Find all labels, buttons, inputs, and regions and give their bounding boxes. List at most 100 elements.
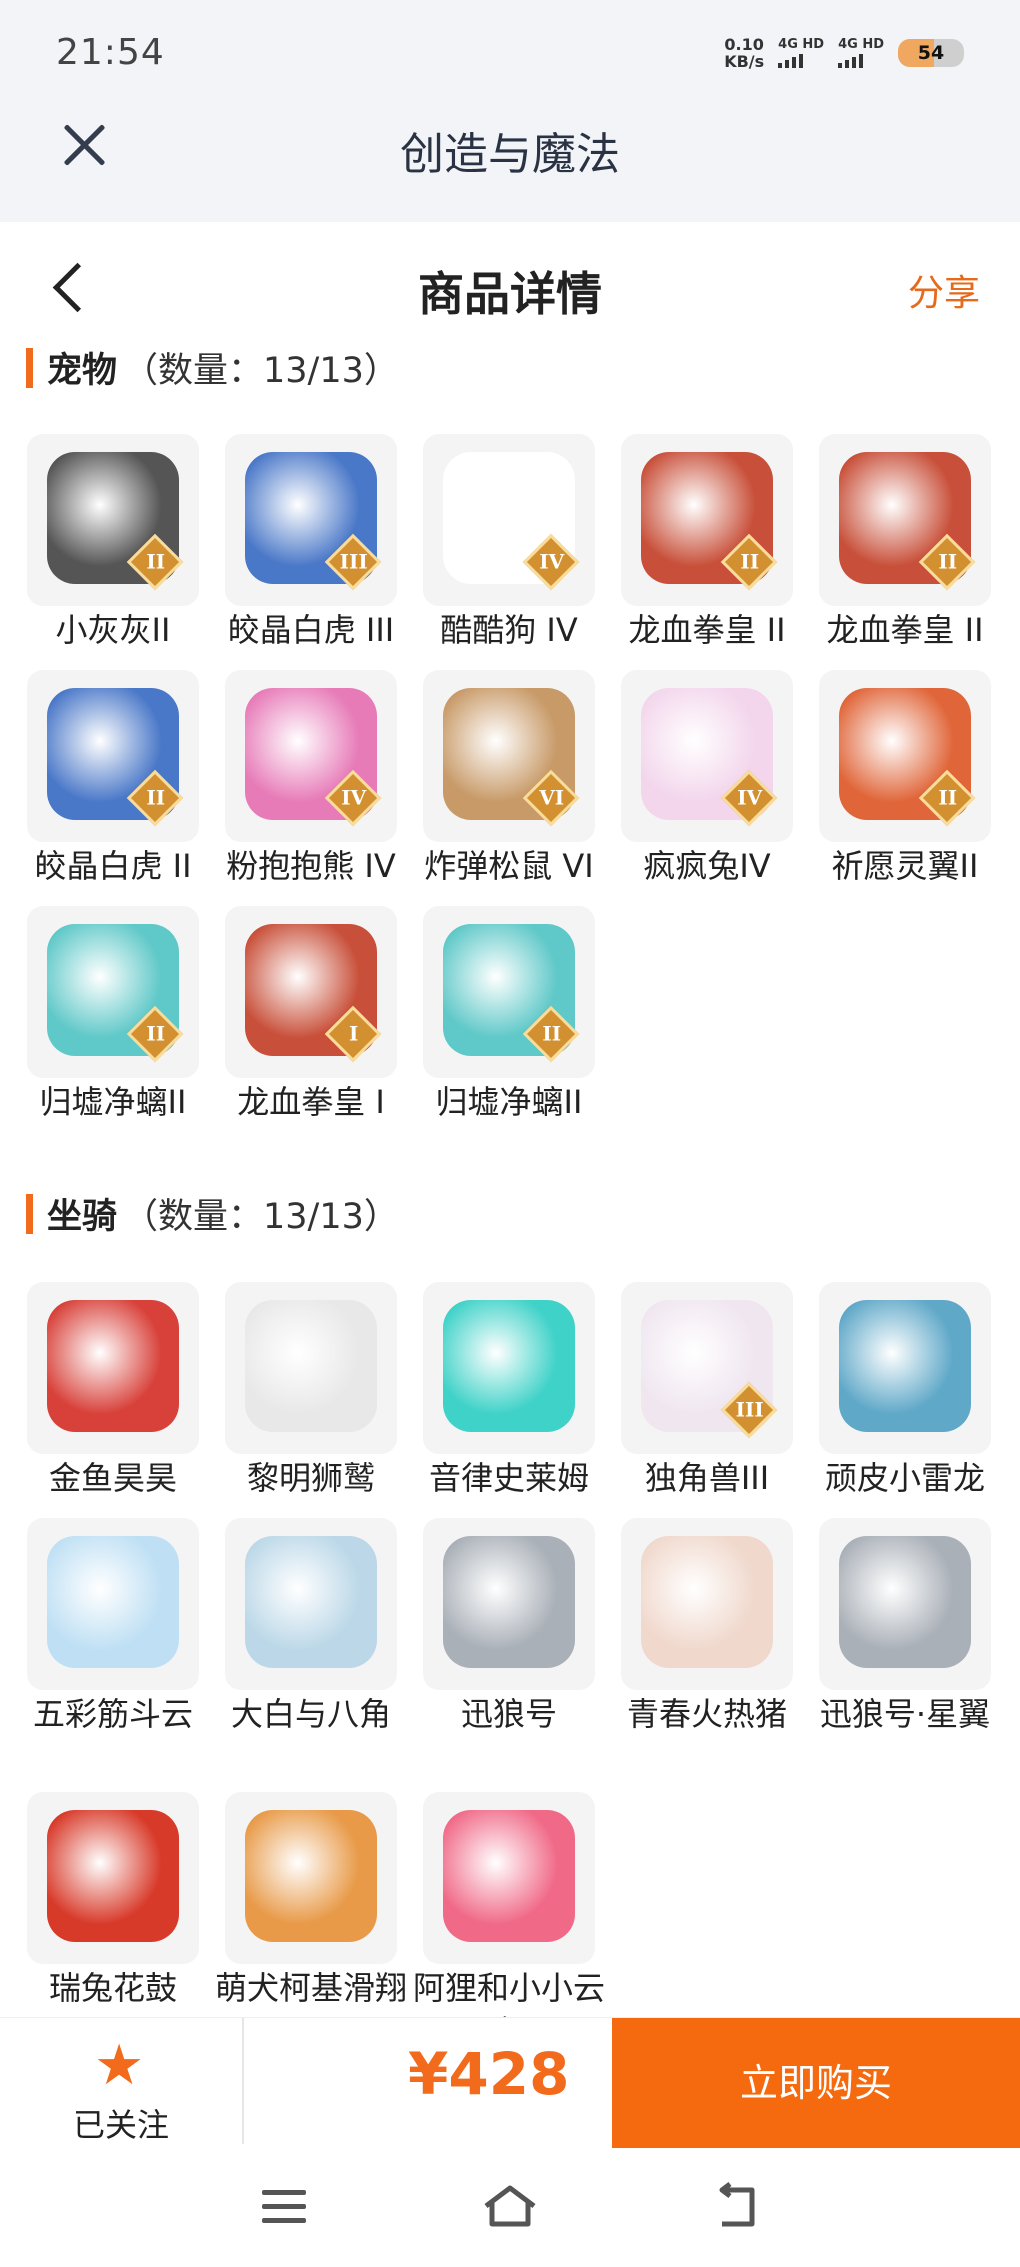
home-icon[interactable]: [482, 2182, 538, 2230]
item-card[interactable]: IV 疯疯兔IV: [608, 670, 806, 888]
item-card[interactable]: III 独角兽III: [608, 1282, 806, 1500]
item-label: 迅狼号: [460, 1695, 557, 1733]
item-card[interactable]: I 龙血拳皇 I: [212, 906, 410, 1124]
status-time: 21:54: [56, 32, 165, 73]
signal-2-label: 4G HD: [838, 37, 884, 52]
menu-icon[interactable]: [262, 2190, 306, 2226]
item-label: 祈愿灵翼II: [831, 847, 979, 885]
item-thumbnail: II: [27, 670, 199, 842]
item-card[interactable]: III 皎晶白虎 III: [212, 434, 410, 652]
item-thumbnail: [423, 1518, 595, 1690]
item-card[interactable]: 阿狸和小小云·初: [410, 1792, 608, 2017]
item-card[interactable]: II 皎晶白虎 II: [14, 670, 212, 888]
item-card[interactable]: 顽皮小雷龙: [806, 1282, 1004, 1500]
item-card[interactable]: 五彩筋斗云: [14, 1518, 212, 1736]
item-card[interactable]: 大白与八角: [212, 1518, 410, 1736]
item-art-icon: [839, 1300, 971, 1432]
item-art-icon: [47, 1810, 179, 1942]
section-title-mounts: 坐骑 （数量：13/13）: [26, 1188, 399, 1239]
item-card[interactable]: 金鱼昊昊: [14, 1282, 212, 1500]
item-art-icon: [47, 1536, 179, 1668]
item-card[interactable]: 迅狼号·星翼: [806, 1518, 1004, 1736]
section-accent-bar: [26, 347, 33, 388]
status-indicators: 0.10 KB/s 4G HD 4G HD 54: [724, 36, 964, 70]
item-card[interactable]: 音律史莱姆: [410, 1282, 608, 1500]
system-nav-bar: [0, 2152, 1020, 2267]
item-label: 酷酷狗 IV: [440, 611, 578, 649]
item-thumbnail: [819, 1282, 991, 1454]
item-label: 顽皮小雷龙: [824, 1459, 985, 1497]
item-card[interactable]: IV 粉抱抱熊 IV: [212, 670, 410, 888]
item-thumbnail: [225, 1518, 397, 1690]
item-label: 小灰灰II: [55, 611, 171, 649]
item-art-icon: [245, 1300, 377, 1432]
item-thumbnail: II: [819, 670, 991, 842]
item-card[interactable]: 萌犬柯基滑翔翼: [212, 1792, 410, 2017]
item-label: 疯疯兔IV: [643, 847, 771, 885]
item-label: 青春火热猪: [626, 1695, 787, 1733]
item-card[interactable]: II 祈愿灵翼II: [806, 670, 1004, 888]
item-card[interactable]: VI 炸弹松鼠 VI: [410, 670, 608, 888]
item-label: 音律史莱姆: [428, 1459, 589, 1497]
item-thumbnail: VI: [423, 670, 595, 842]
item-label: 龙血拳皇 I: [237, 1083, 385, 1121]
item-thumbnail: [225, 1282, 397, 1454]
item-card[interactable]: II 龙血拳皇 II: [608, 434, 806, 652]
item-thumbnail: III: [225, 434, 397, 606]
item-label: 五彩筋斗云: [32, 1695, 193, 1733]
follow-button[interactable]: ★ 已关注: [0, 2018, 242, 2153]
item-label: 粉抱抱熊 IV: [226, 847, 396, 885]
buy-now-button[interactable]: 立即购买: [612, 2018, 1020, 2148]
item-card[interactable]: 黎明狮鹫: [212, 1282, 410, 1500]
net-speed-value: 0.10: [724, 35, 764, 54]
signal-2: 4G HD: [838, 38, 884, 68]
item-card[interactable]: 青春火热猪: [608, 1518, 806, 1736]
item-card[interactable]: IV 酷酷狗 IV: [410, 434, 608, 652]
signal-1: 4G HD: [778, 38, 824, 68]
system-top-area: 21:54 0.10 KB/s 4G HD 4G HD 54 创造与魔法: [0, 0, 1020, 222]
item-label: 萌犬柯基滑翔翼: [214, 1969, 407, 2017]
item-thumbnail: II: [27, 434, 199, 606]
section-name: 宠物: [47, 351, 118, 391]
item-thumbnail: [27, 1518, 199, 1690]
item-card[interactable]: II 归墟净螭II: [14, 906, 212, 1124]
signal-bars-icon: [838, 52, 864, 68]
item-art-icon: [443, 1300, 575, 1432]
item-thumbnail: IV: [225, 670, 397, 842]
star-icon: ★: [94, 2033, 145, 2098]
item-art-icon: [443, 1810, 575, 1942]
item-card[interactable]: II 小灰灰II: [14, 434, 212, 652]
item-label: 金鱼昊昊: [48, 1459, 177, 1497]
item-card[interactable]: II 龙血拳皇 II: [806, 434, 1004, 652]
item-label: 黎明狮鹫: [246, 1459, 375, 1497]
signal-1-label: 4G HD: [778, 37, 825, 52]
item-thumbnail: [423, 1282, 595, 1454]
item-label: 归墟净螭II: [435, 1083, 583, 1121]
item-thumbnail: [423, 1792, 595, 1964]
item-label: 皎晶白虎 II: [34, 847, 192, 885]
section-count: （数量：13/13）: [123, 351, 399, 391]
item-label: 大白与八角: [230, 1695, 391, 1733]
battery-level: 54: [917, 42, 945, 64]
item-thumbnail: [27, 1792, 199, 1964]
item-thumbnail: IV: [621, 670, 793, 842]
item-thumbnail: IV: [423, 434, 595, 606]
item-card[interactable]: 迅狼号: [410, 1518, 608, 1736]
item-art-icon: [47, 1300, 179, 1432]
item-thumbnail: II: [819, 434, 991, 606]
share-button[interactable]: 分享: [908, 264, 980, 316]
item-thumbnail: [621, 1518, 793, 1690]
item-label: 归墟净螭II: [39, 1083, 187, 1121]
bottom-action-bar: ★ 已关注 ¥428 立即购买: [0, 2017, 1020, 2152]
section-count: （数量：13/13）: [123, 1197, 399, 1237]
back-icon[interactable]: [712, 2182, 760, 2230]
mount-grid: 金鱼昊昊 黎明狮鹫 音律史莱姆 III 独角兽III 顽皮小雷龙五彩筋斗云 大白与八角 迅狼号…: [0, 1282, 1020, 2017]
item-thumbnail: III: [621, 1282, 793, 1454]
item-card[interactable]: 瑞兔花鼓: [14, 1792, 212, 2010]
net-speed-unit: KB/s: [724, 52, 765, 71]
page-title: 商品详情: [418, 267, 602, 321]
signal-bars-icon: [778, 52, 804, 68]
item-thumbnail: I: [225, 906, 397, 1078]
item-label: 独角兽III: [644, 1459, 770, 1497]
item-card[interactable]: II 归墟净螭II: [410, 906, 608, 1124]
